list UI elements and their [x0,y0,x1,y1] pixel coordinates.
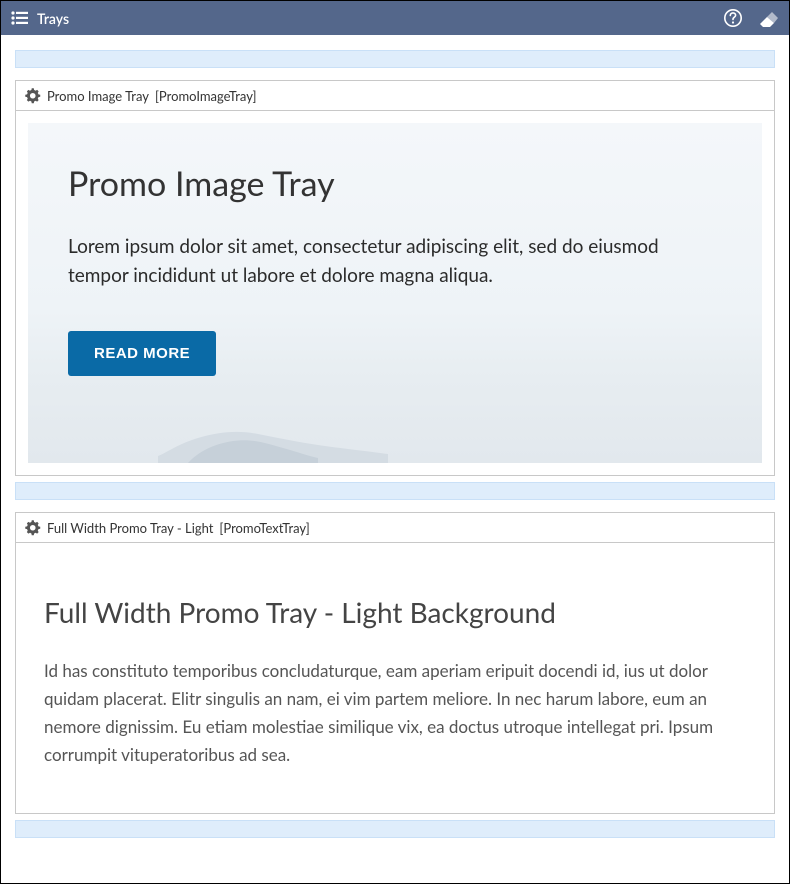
tray-header[interactable]: Full Width Promo Tray - Light [PromoText… [16,513,774,543]
content-area: Promo Image Tray [PromoImageTray] Promo … [1,35,789,883]
drop-zone[interactable] [15,50,775,68]
panel-title: Trays [37,10,723,27]
read-more-button[interactable]: READ MORE [68,331,216,376]
tray-promo-image: Promo Image Tray [PromoImageTray] Promo … [15,80,775,476]
gear-icon[interactable] [24,519,41,536]
drop-zone[interactable] [15,820,775,838]
header-actions [723,8,779,28]
rocks-shape [158,408,388,463]
tray-body: Full Width Promo Tray - Light Background… [16,543,774,813]
text-title: Full Width Promo Tray - Light Background [44,595,746,629]
erase-icon[interactable] [757,8,779,28]
tray-label-title: Promo Image Tray [47,88,149,104]
tray-body: Promo Image Tray Lorem ipsum dolor sit a… [28,123,762,463]
tray-label-id: [PromoImageTray] [155,88,257,104]
tray-label-title: Full Width Promo Tray - Light [47,520,213,536]
help-icon[interactable] [723,8,743,28]
tray-header[interactable]: Promo Image Tray [PromoImageTray] [16,81,774,111]
gear-icon[interactable] [24,87,41,104]
text-body: Id has constituto temporibus concludatur… [44,657,746,769]
panel-header: Trays [1,1,789,35]
tray-label-id: [PromoTextTray] [219,520,309,536]
tray-promo-text: Full Width Promo Tray - Light [PromoText… [15,512,775,814]
promo-text: Lorem ipsum dolor sit amet, consectetur … [68,232,708,291]
list-icon [11,11,29,25]
promo-title: Promo Image Tray [68,163,722,204]
drop-zone[interactable] [15,482,775,500]
